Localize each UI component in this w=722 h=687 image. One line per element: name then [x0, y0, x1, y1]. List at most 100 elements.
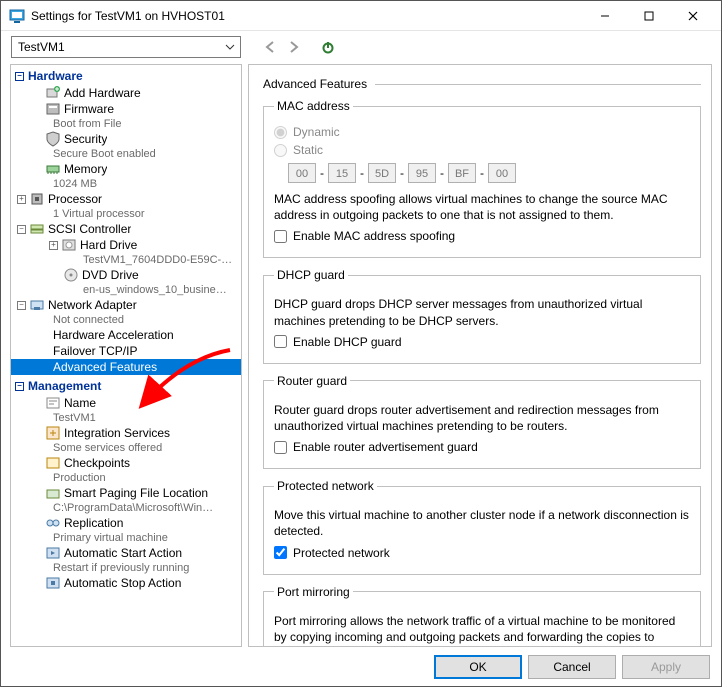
power-icon[interactable]	[317, 36, 339, 58]
section-management[interactable]: −Management	[11, 375, 241, 395]
group-dhcp-legend: DHCP guard	[274, 268, 348, 282]
mac-octet[interactable]: 15	[328, 163, 356, 183]
nic-icon	[29, 297, 45, 313]
tree-advanced-features[interactable]: Advanced Features	[11, 359, 241, 375]
radio-mac-dynamic[interactable]: Dynamic	[274, 125, 690, 139]
tree-processor-sub: 1 Virtual processor	[11, 207, 241, 221]
divider	[375, 84, 701, 85]
mac-octet[interactable]: BF	[448, 163, 476, 183]
radio-mac-static[interactable]: Static	[274, 143, 690, 157]
tree-add-hardware[interactable]: Add Hardware	[11, 85, 241, 101]
security-icon	[45, 131, 61, 147]
tree-firmware[interactable]: Firmware	[11, 101, 241, 117]
toolbar: TestVM1	[1, 31, 721, 63]
app-icon	[9, 8, 25, 24]
settings-detail-pane: Advanced Features MAC address Dynamic St…	[248, 64, 712, 647]
intsvc-icon	[45, 425, 61, 441]
cancel-button[interactable]: Cancel	[528, 655, 616, 679]
group-router-legend: Router guard	[274, 374, 350, 388]
tree-name[interactable]: Name	[11, 395, 241, 411]
nav-forward-button[interactable]	[283, 36, 305, 58]
group-router: Router guard Router guard drops router a…	[263, 374, 701, 469]
ok-button[interactable]: OK	[434, 655, 522, 679]
tree-ckpt-sub: Production	[11, 471, 241, 485]
group-protected: Protected network Move this virtual mach…	[263, 479, 701, 574]
vm-selector-value: TestVM1	[18, 40, 65, 54]
vm-selector[interactable]: TestVM1	[11, 36, 241, 58]
ckpt-icon	[45, 455, 61, 471]
titlebar: Settings for TestVM1 on HVHOST01	[1, 1, 721, 31]
astart-icon	[45, 545, 61, 561]
tree-spf[interactable]: Smart Paging File Location	[11, 485, 241, 501]
expand-icon[interactable]: +	[49, 241, 58, 250]
tree-spf-sub: C:\ProgramData\Microsoft\Win…	[11, 501, 241, 515]
tree-processor[interactable]: + Processor	[11, 191, 241, 207]
tree-memory-sub: 1024 MB	[11, 177, 241, 191]
tree-repl-sub: Primary virtual machine	[11, 531, 241, 545]
close-button[interactable]	[671, 2, 715, 30]
mac-octet[interactable]: 00	[288, 163, 316, 183]
memory-icon	[45, 161, 61, 177]
tree-name-sub: TestVM1	[11, 411, 241, 425]
expand-icon[interactable]: +	[17, 195, 26, 204]
router-desc: Router guard drops router advertisement …	[274, 402, 690, 434]
tree-security[interactable]: Security	[11, 131, 241, 147]
tree-dvd-sub: en-us_windows_10_busine…	[11, 283, 241, 297]
tree-astop[interactable]: Automatic Stop Action	[11, 575, 241, 591]
collapse-icon[interactable]: −	[17, 301, 26, 310]
group-mac-legend: MAC address	[274, 99, 353, 113]
tree-dvd[interactable]: DVD Drive	[11, 267, 241, 283]
mac-octet[interactable]: 00	[488, 163, 516, 183]
check-protected-network[interactable]: Protected network	[274, 546, 690, 560]
tree-repl[interactable]: Replication	[11, 515, 241, 531]
tree-hwaccel[interactable]: Hardware Acceleration	[11, 327, 241, 343]
mirror-desc: Port mirroring allows the network traffi…	[274, 613, 690, 648]
add-hardware-icon	[45, 85, 61, 101]
tree-scsi[interactable]: − SCSI Controller	[11, 221, 241, 237]
firmware-icon	[45, 101, 61, 117]
section-hardware-label: Hardware	[28, 69, 83, 83]
section-hardware[interactable]: −Hardware	[11, 65, 241, 85]
mac-octet[interactable]: 95	[408, 163, 436, 183]
window-title: Settings for TestVM1 on HVHOST01	[31, 9, 583, 23]
check-mac-spoof[interactable]: Enable MAC address spoofing	[274, 229, 690, 243]
check-router-guard[interactable]: Enable router advertisement guard	[274, 440, 690, 454]
nav-back-button[interactable]	[259, 36, 281, 58]
group-mac: MAC address Dynamic Static 00 - 15 - 5D …	[263, 99, 701, 258]
group-protected-legend: Protected network	[274, 479, 377, 493]
tree-astart-sub: Restart if previously running	[11, 561, 241, 575]
section-management-label: Management	[28, 379, 101, 393]
chevron-down-icon	[220, 37, 238, 57]
tree-hdd[interactable]: + Hard Drive	[11, 237, 241, 253]
hdd-icon	[61, 237, 77, 253]
dialog-buttons: OK Cancel Apply	[434, 655, 710, 679]
repl-icon	[45, 515, 61, 531]
processor-icon	[29, 191, 45, 207]
mac-spoof-desc: MAC address spoofing allows virtual mach…	[274, 191, 690, 223]
collapse-icon[interactable]: −	[17, 225, 26, 234]
tree-ckpt[interactable]: Checkpoints	[11, 455, 241, 471]
tree-memory[interactable]: Memory	[11, 161, 241, 177]
check-dhcp-guard[interactable]: Enable DHCP guard	[274, 335, 690, 349]
tree-intsvc[interactable]: Integration Services	[11, 425, 241, 441]
maximize-button[interactable]	[627, 2, 671, 30]
name-icon	[45, 395, 61, 411]
group-mirror-legend: Port mirroring	[274, 585, 353, 599]
tree-firmware-sub: Boot from File	[11, 117, 241, 131]
settings-tree[interactable]: −Hardware Add Hardware Firmware Boot fro…	[10, 64, 242, 647]
apply-button[interactable]: Apply	[622, 655, 710, 679]
scsi-icon	[29, 221, 45, 237]
tree-failover[interactable]: Failover TCP/IP	[11, 343, 241, 359]
tree-astart[interactable]: Automatic Start Action	[11, 545, 241, 561]
tree-hdd-sub: TestVM1_7604DDD0-E59C-…	[11, 253, 241, 267]
tree-nic[interactable]: − Network Adapter	[11, 297, 241, 313]
tree-nic-sub: Not connected	[11, 313, 241, 327]
group-mirror: Port mirroring Port mirroring allows the…	[263, 585, 701, 648]
mac-octet[interactable]: 5D	[368, 163, 396, 183]
minimize-button[interactable]	[583, 2, 627, 30]
spf-icon	[45, 485, 61, 501]
tree-intsvc-sub: Some services offered	[11, 441, 241, 455]
detail-title: Advanced Features	[263, 77, 367, 91]
dhcp-desc: DHCP guard drops DHCP server messages fr…	[274, 296, 690, 328]
dvd-icon	[63, 267, 79, 283]
